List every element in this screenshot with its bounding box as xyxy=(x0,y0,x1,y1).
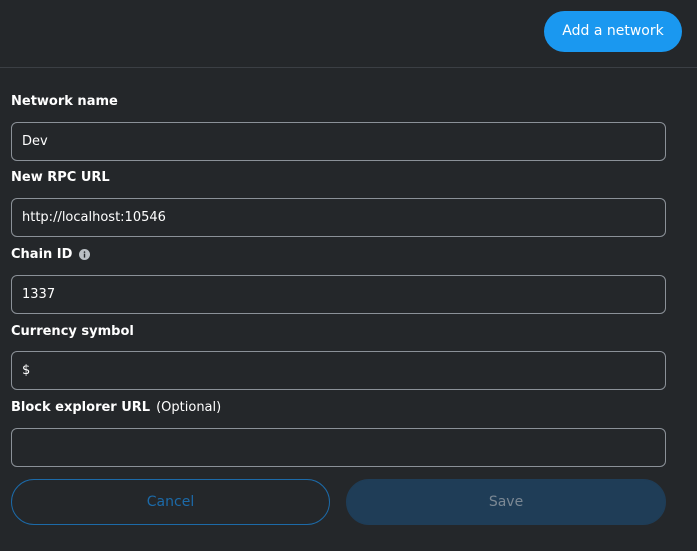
save-button[interactable]: Save xyxy=(346,479,666,525)
network-name-input[interactable] xyxy=(11,122,666,161)
optional-tag: (Optional) xyxy=(156,400,222,415)
currency-symbol-label-text: Currency symbol xyxy=(11,324,134,339)
network-name-label-text: Network name xyxy=(11,94,118,109)
info-icon[interactable] xyxy=(79,249,91,260)
cancel-button[interactable]: Cancel xyxy=(11,479,330,525)
chain-id-label: Chain ID xyxy=(11,247,91,262)
currency-symbol-input[interactable] xyxy=(11,351,666,390)
chain-id-label-text: Chain ID xyxy=(11,247,73,262)
rpc-url-label-text: New RPC URL xyxy=(11,170,110,185)
block-explorer-input[interactable] xyxy=(11,428,666,467)
rpc-url-label: New RPC URL xyxy=(11,170,110,185)
add-network-page: Add a network Network name New RPC URL C… xyxy=(0,0,697,551)
block-explorer-label-text: Block explorer URL xyxy=(11,400,151,415)
currency-symbol-label: Currency symbol xyxy=(11,324,134,339)
network-name-label: Network name xyxy=(11,94,118,109)
chain-id-input[interactable] xyxy=(11,275,666,314)
rpc-url-input[interactable] xyxy=(11,198,666,237)
header-bar: Add a network xyxy=(0,0,697,68)
add-network-button[interactable]: Add a network xyxy=(544,11,682,52)
block-explorer-label: Block explorer URL (Optional) xyxy=(11,400,221,415)
